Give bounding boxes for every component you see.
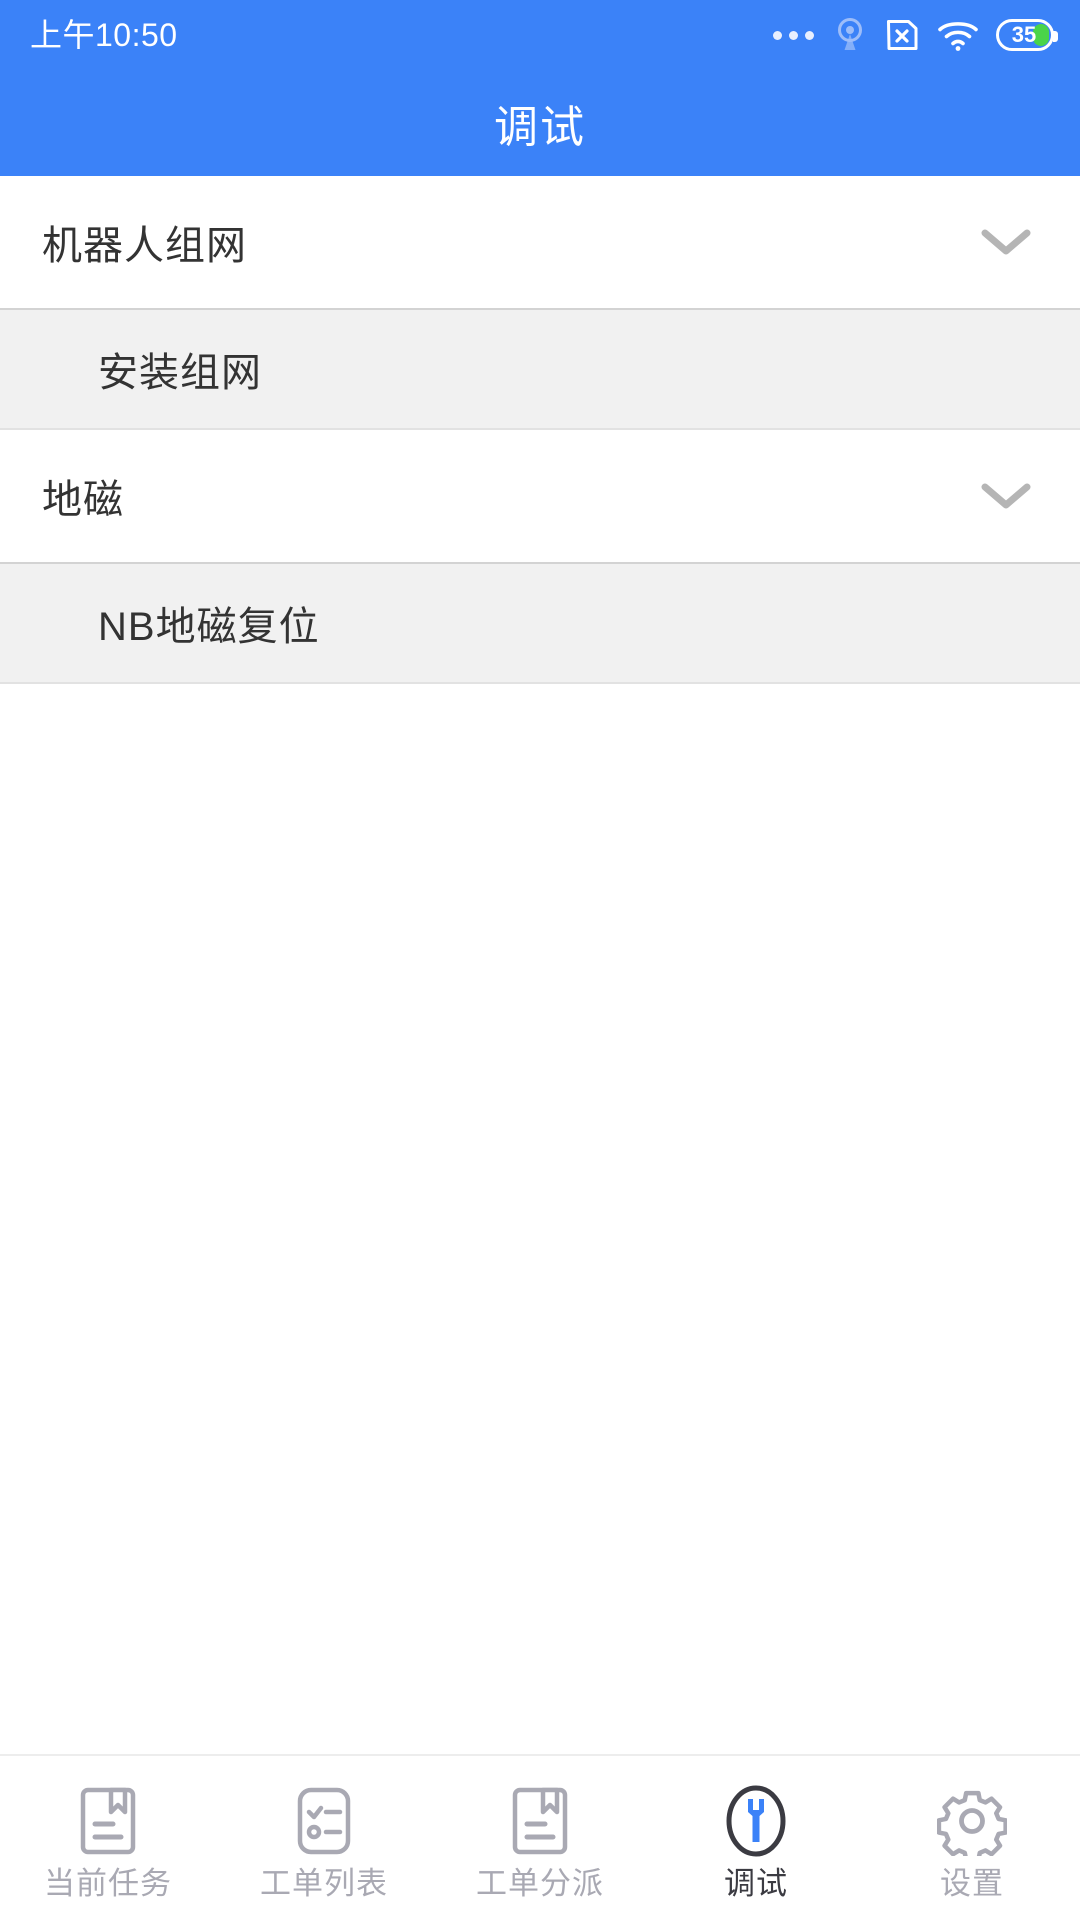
hotspot-icon	[833, 17, 867, 53]
page-title: 调试	[494, 103, 586, 152]
nav-tab-label: 工单分派	[476, 1865, 604, 1901]
gear-icon	[935, 1784, 1009, 1858]
chevron-down-icon[interactable]	[980, 481, 1032, 511]
sim-card-disabled-icon	[884, 18, 920, 52]
list-item-nb-geomagnetic-reset[interactable]: NB地磁复位	[0, 564, 1080, 684]
nav-tab-label: 调试	[724, 1865, 788, 1901]
status-time: 上午10:50	[30, 17, 178, 53]
group-header-label: 地磁	[42, 478, 124, 522]
list-item-install-network[interactable]: 安装组网	[0, 310, 1080, 430]
debug-menu-list: 机器人组网 安装组网 地磁 NB地磁复位	[0, 176, 1080, 1754]
nav-tab-debug[interactable]: 调试	[648, 1756, 864, 1920]
list-item-label: NB地磁复位	[98, 605, 320, 649]
app-screen: 上午10:50 35 调试 机器人组网 安装组网 地磁 NB地磁复位 当前任务 …	[0, 0, 1080, 1920]
group-header-label: 机器人组网	[42, 224, 247, 268]
battery-icon: 35	[996, 19, 1058, 51]
more-dots-icon	[773, 30, 814, 40]
nav-tab-work-order-list[interactable]: 工单列表	[216, 1756, 432, 1920]
bottom-navigation-bar: 当前任务 工单列表 工单分派 调试 设置	[0, 1754, 1080, 1920]
checklist-icon	[287, 1784, 361, 1858]
nav-tab-current-task[interactable]: 当前任务	[0, 1756, 216, 1920]
status-bar: 上午10:50 35	[0, 0, 1080, 70]
nav-tab-label: 工单列表	[260, 1865, 388, 1901]
wifi-icon	[937, 19, 979, 51]
chevron-down-icon[interactable]	[980, 227, 1032, 257]
wrench-circle-icon	[719, 1784, 793, 1858]
nav-tab-work-order-dispatch[interactable]: 工单分派	[432, 1756, 648, 1920]
app-bar: 调试	[0, 70, 1080, 176]
nav-tab-settings[interactable]: 设置	[864, 1756, 1080, 1920]
group-header-robot-network[interactable]: 机器人组网	[0, 176, 1080, 310]
battery-level: 35	[1011, 22, 1037, 47]
document-bookmark-icon	[71, 1784, 145, 1858]
group-header-geomagnetic[interactable]: 地磁	[0, 430, 1080, 564]
status-icon-tray: 35	[773, 17, 1058, 53]
nav-tab-label: 设置	[940, 1865, 1004, 1901]
list-item-label: 安装组网	[98, 351, 262, 395]
nav-tab-label: 当前任务	[44, 1865, 172, 1901]
document-bookmark-icon	[503, 1784, 577, 1858]
